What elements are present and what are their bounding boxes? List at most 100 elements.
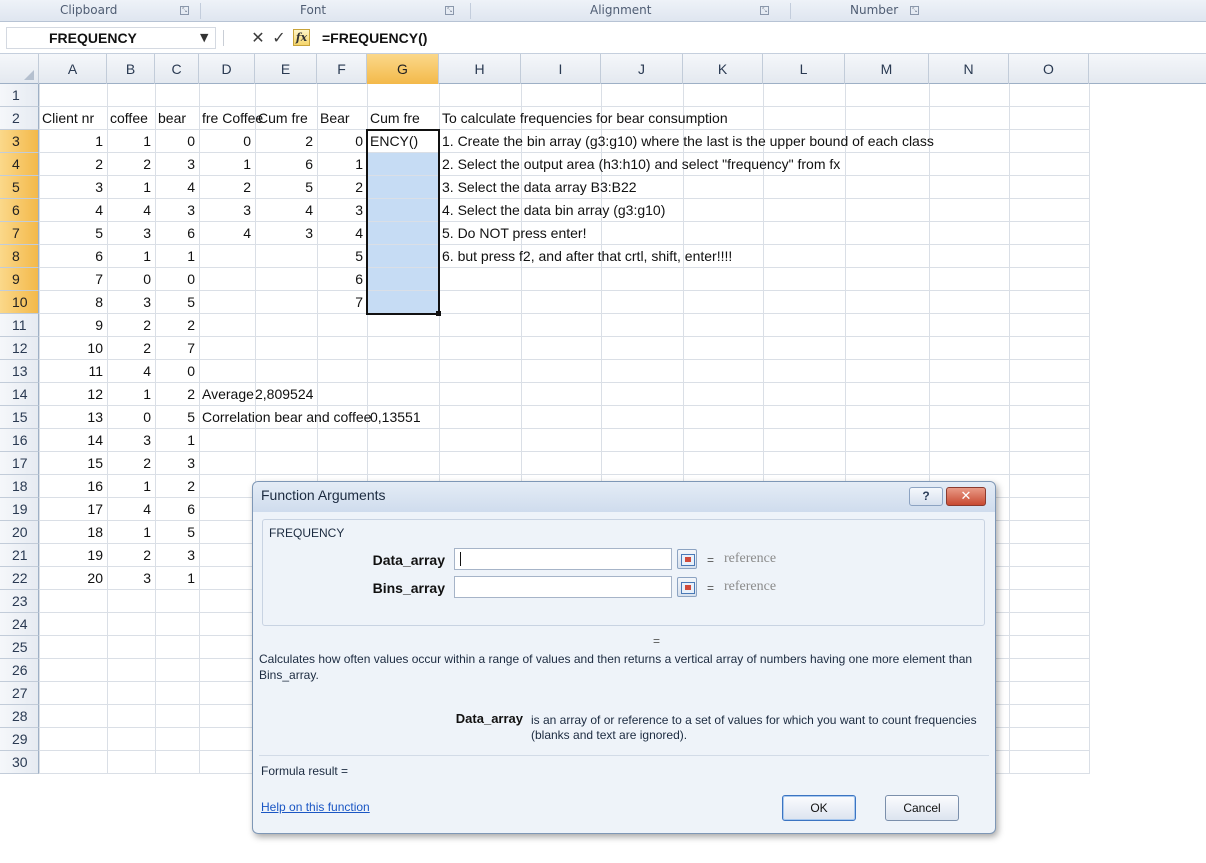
cell-a15[interactable]: 13 — [39, 406, 107, 429]
cell-b15[interactable]: 0 — [107, 406, 155, 429]
cell-e14[interactable]: 2,809524 — [255, 383, 317, 406]
cell-a3[interactable]: 1 — [39, 130, 107, 153]
cell-h4[interactable]: 2. Select the output area (h3:h10) and s… — [439, 153, 840, 176]
cell-f5[interactable]: 2 — [317, 176, 367, 199]
column-header-h[interactable]: H — [439, 54, 521, 84]
cell-g2[interactable]: Cum fre — [367, 107, 439, 130]
collapse-dialog-icon[interactable] — [677, 549, 697, 569]
cell-f2[interactable]: Bear — [317, 107, 367, 130]
cell-d3[interactable]: 0 — [199, 130, 255, 153]
cell-b14[interactable]: 1 — [107, 383, 155, 406]
cell-c7[interactable]: 6 — [155, 222, 199, 245]
data-array-input[interactable] — [454, 548, 672, 570]
cell-a8[interactable]: 6 — [39, 245, 107, 268]
cell-b7[interactable]: 3 — [107, 222, 155, 245]
cell-c20[interactable]: 5 — [155, 521, 199, 544]
cell-b20[interactable]: 1 — [107, 521, 155, 544]
cell-b4[interactable]: 2 — [107, 153, 155, 176]
row-header-8[interactable]: 8 — [0, 245, 39, 268]
cell-c10[interactable]: 5 — [155, 291, 199, 314]
cell-c4[interactable]: 3 — [155, 153, 199, 176]
cell-e3[interactable]: 2 — [255, 130, 317, 153]
cell-c11[interactable]: 2 — [155, 314, 199, 337]
cell-a21[interactable]: 19 — [39, 544, 107, 567]
cell-b10[interactable]: 3 — [107, 291, 155, 314]
row-header-21[interactable]: 21 — [0, 544, 39, 567]
column-header-e[interactable]: E — [255, 54, 317, 84]
enter-formula-icon[interactable]: ✓ — [269, 27, 289, 49]
row-header-24[interactable]: 24 — [0, 613, 39, 636]
cell-a18[interactable]: 16 — [39, 475, 107, 498]
row-header-10[interactable]: 10 — [0, 291, 39, 314]
row-header-17[interactable]: 17 — [0, 452, 39, 475]
row-header-16[interactable]: 16 — [0, 429, 39, 452]
cell-d7[interactable]: 4 — [199, 222, 255, 245]
row-header-13[interactable]: 13 — [0, 360, 39, 383]
cell-b13[interactable]: 4 — [107, 360, 155, 383]
cell-b9[interactable]: 0 — [107, 268, 155, 291]
cell-c6[interactable]: 3 — [155, 199, 199, 222]
cell-a17[interactable]: 15 — [39, 452, 107, 475]
cell-a7[interactable]: 5 — [39, 222, 107, 245]
cell-b8[interactable]: 1 — [107, 245, 155, 268]
cell-b6[interactable]: 4 — [107, 199, 155, 222]
row-header-9[interactable]: 9 — [0, 268, 39, 291]
row-header-3[interactable]: 3 — [0, 130, 39, 153]
column-header-a[interactable]: A — [39, 54, 107, 84]
dialog-close-button[interactable]: ✕ — [946, 487, 986, 506]
cell-b17[interactable]: 2 — [107, 452, 155, 475]
cell-a6[interactable]: 4 — [39, 199, 107, 222]
cell-e7[interactable]: 3 — [255, 222, 317, 245]
cell-f9[interactable]: 6 — [317, 268, 367, 291]
row-header-14[interactable]: 14 — [0, 383, 39, 406]
cell-a9[interactable]: 7 — [39, 268, 107, 291]
cancel-button[interactable]: Cancel — [885, 795, 959, 821]
cell-a19[interactable]: 17 — [39, 498, 107, 521]
dialog-launcher-icon[interactable]: ⤡ — [760, 6, 769, 15]
cell-h5[interactable]: 3. Select the data array B3:B22 — [439, 176, 637, 199]
cell-c16[interactable]: 1 — [155, 429, 199, 452]
dialog-launcher-icon[interactable]: ⤡ — [910, 6, 919, 15]
cell-f6[interactable]: 3 — [317, 199, 367, 222]
row-header-29[interactable]: 29 — [0, 728, 39, 751]
cell-c13[interactable]: 0 — [155, 360, 199, 383]
cell-h6[interactable]: 4. Select the data bin array (g3:g10) — [439, 199, 665, 222]
cell-b3[interactable]: 1 — [107, 130, 155, 153]
row-header-4[interactable]: 4 — [0, 153, 39, 176]
cell-c12[interactable]: 7 — [155, 337, 199, 360]
cell-a20[interactable]: 18 — [39, 521, 107, 544]
cell-b2[interactable]: coffee — [107, 107, 155, 130]
cell-a22[interactable]: 20 — [39, 567, 107, 590]
row-header-11[interactable]: 11 — [0, 314, 39, 337]
column-header-i[interactable]: I — [521, 54, 601, 84]
cell-a13[interactable]: 11 — [39, 360, 107, 383]
row-header-22[interactable]: 22 — [0, 567, 39, 590]
formula-input[interactable]: =FREQUENCY() — [322, 27, 427, 49]
cell-a10[interactable]: 8 — [39, 291, 107, 314]
cell-h3[interactable]: 1. Create the bin array (g3:g10) where t… — [439, 130, 934, 153]
row-header-6[interactable]: 6 — [0, 199, 39, 222]
row-header-20[interactable]: 20 — [0, 521, 39, 544]
cell-d5[interactable]: 2 — [199, 176, 255, 199]
dialog-launcher-icon[interactable]: ⤡ — [180, 6, 189, 15]
select-all-corner[interactable] — [0, 54, 39, 84]
cell-d4[interactable]: 1 — [199, 153, 255, 176]
cell-f3[interactable]: 0 — [317, 130, 367, 153]
cell-c21[interactable]: 3 — [155, 544, 199, 567]
cell-c9[interactable]: 0 — [155, 268, 199, 291]
cell-b5[interactable]: 1 — [107, 176, 155, 199]
cell-a16[interactable]: 14 — [39, 429, 107, 452]
cell-c5[interactable]: 4 — [155, 176, 199, 199]
cell-a11[interactable]: 9 — [39, 314, 107, 337]
cell-a14[interactable]: 12 — [39, 383, 107, 406]
column-header-d[interactable]: D — [199, 54, 255, 84]
cancel-formula-icon[interactable]: ✕ — [248, 27, 268, 49]
row-header-1[interactable]: 1 — [0, 84, 39, 107]
column-header-f[interactable]: F — [317, 54, 367, 84]
column-header-b[interactable]: B — [107, 54, 155, 84]
cell-b11[interactable]: 2 — [107, 314, 155, 337]
column-header-m[interactable]: M — [845, 54, 929, 84]
row-header-5[interactable]: 5 — [0, 176, 39, 199]
row-header-27[interactable]: 27 — [0, 682, 39, 705]
cell-b16[interactable]: 3 — [107, 429, 155, 452]
